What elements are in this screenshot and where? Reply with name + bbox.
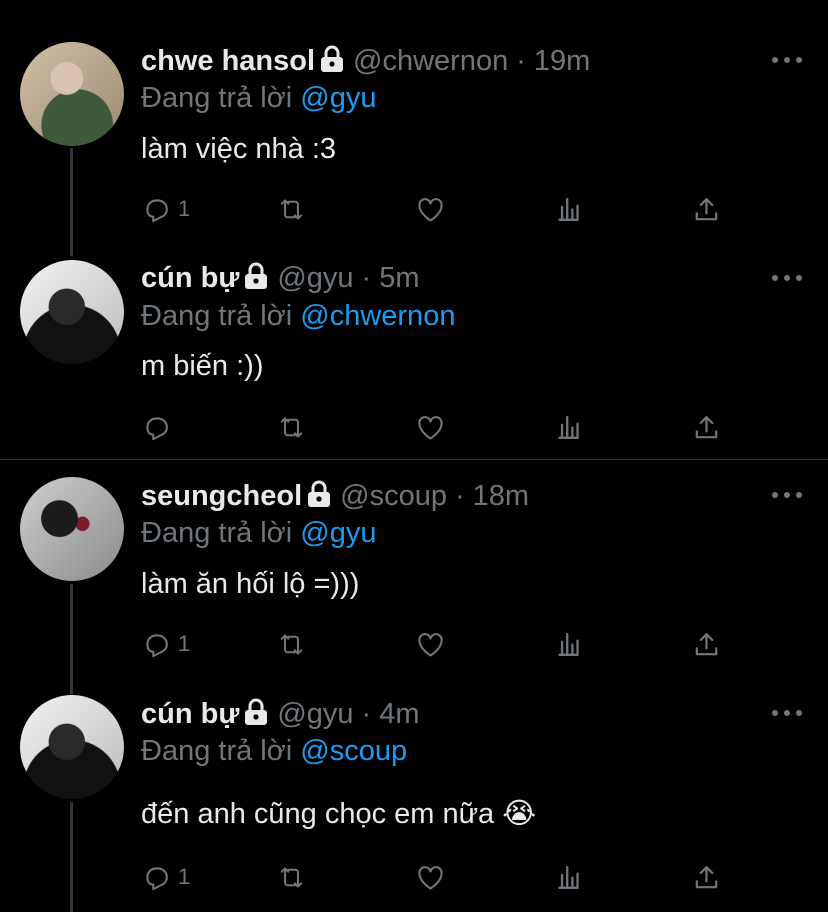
mention-link[interactable]: @gyu — [300, 517, 376, 549]
retweet-button[interactable] — [276, 410, 307, 444]
like-icon — [418, 415, 443, 440]
analytics-icon — [558, 632, 579, 656]
more-icon[interactable] — [772, 273, 802, 283]
mention-link[interactable]: @chwernon — [300, 300, 455, 332]
tweet-header: cún bự @gyu · 5m — [141, 261, 420, 295]
separator-dot: · — [454, 479, 465, 512]
reply-button[interactable]: 1 — [141, 860, 190, 894]
display-name[interactable]: cún bự — [141, 698, 239, 731]
mention-link[interactable]: @scoup — [300, 735, 407, 767]
lock-icon — [319, 45, 345, 78]
like-button[interactable] — [415, 410, 446, 444]
more-icon[interactable] — [772, 490, 802, 500]
share-button[interactable] — [691, 192, 722, 226]
reply-button[interactable] — [141, 410, 178, 444]
timestamp[interactable]: 18m — [473, 480, 529, 513]
timestamp[interactable]: 19m — [534, 45, 590, 78]
reply-prefix: Đang trả lời — [141, 82, 293, 114]
reply-count: 1 — [178, 196, 191, 221]
conversation-divider — [0, 459, 828, 460]
retweet-icon — [280, 633, 303, 655]
reply-button[interactable]: 1 — [141, 192, 190, 226]
reply-count: 1 — [178, 864, 191, 889]
analytics-icon — [558, 415, 579, 439]
thread-line — [70, 584, 73, 694]
lock-icon — [243, 262, 269, 295]
tweet-text: m biến :)) — [141, 350, 264, 382]
display-name[interactable]: cún bự — [141, 262, 239, 295]
tweet-header: chwe hansol @chwernon · 19m — [141, 44, 590, 78]
avatar[interactable] — [20, 42, 124, 146]
lock-icon — [306, 480, 332, 513]
like-icon — [418, 865, 443, 890]
like-button[interactable] — [415, 192, 446, 226]
retweet-button[interactable] — [276, 860, 307, 894]
reply-prefix: Đang trả lời — [141, 300, 293, 332]
retweet-icon — [280, 866, 303, 888]
retweet-icon — [280, 416, 303, 438]
thread-line — [70, 148, 73, 256]
replying-to: Đang trả lời @gyu — [141, 517, 376, 550]
reply-button[interactable]: 1 — [141, 627, 190, 661]
share-icon — [695, 197, 718, 220]
handle[interactable]: @gyu — [277, 698, 353, 731]
reply-prefix: Đang trả lời — [141, 517, 293, 549]
display-name[interactable]: seungcheol — [141, 480, 302, 513]
avatar[interactable] — [20, 695, 124, 799]
reply-count: 1 — [178, 631, 191, 656]
more-icon[interactable] — [772, 55, 802, 65]
display-name[interactable]: chwe hansol — [141, 45, 315, 78]
like-icon — [418, 632, 443, 657]
action-bar: 1 — [141, 627, 741, 661]
action-bar — [141, 410, 741, 444]
replying-to: Đang trả lời @chwernon — [141, 300, 455, 333]
separator-dot: · — [516, 44, 526, 77]
replying-to: Đang trả lời @gyu — [141, 82, 376, 115]
reply-icon — [146, 416, 168, 440]
like-icon — [418, 197, 443, 222]
thread-line — [70, 802, 73, 912]
action-bar: 1 — [141, 192, 741, 226]
handle[interactable]: @gyu — [277, 262, 353, 295]
retweet-icon — [280, 198, 303, 220]
handle[interactable]: @scoup — [340, 480, 447, 513]
retweet-button[interactable] — [276, 627, 307, 661]
tweet-text: làm việc nhà :3 — [141, 133, 337, 165]
like-button[interactable] — [415, 627, 446, 661]
share-icon — [695, 415, 718, 438]
tweet-text: đến anh cũng chọc em nữa 😭 — [141, 798, 537, 830]
tweet-header: cún bự @gyu · 4m — [141, 697, 420, 731]
analytics-button[interactable] — [553, 627, 584, 661]
share-button[interactable] — [691, 410, 722, 444]
reply-icon — [146, 866, 168, 890]
tweet-header: seungcheol @scoup · 18m — [141, 479, 529, 513]
avatar[interactable] — [20, 477, 124, 581]
reply-prefix: Đang trả lời — [141, 735, 293, 767]
share-icon — [695, 632, 718, 655]
reply-icon — [146, 198, 168, 222]
like-button[interactable] — [415, 860, 446, 894]
handle[interactable]: @chwernon — [353, 45, 508, 78]
separator-dot: · — [361, 261, 372, 294]
mention-link[interactable]: @gyu — [300, 82, 376, 114]
timestamp[interactable]: 5m — [379, 262, 419, 295]
avatar[interactable] — [20, 260, 124, 364]
lock-icon — [243, 698, 269, 731]
reply-icon — [146, 633, 168, 657]
analytics-icon — [558, 865, 579, 889]
retweet-button[interactable] — [276, 192, 307, 226]
replying-to: Đang trả lời @scoup — [141, 735, 407, 768]
analytics-icon — [558, 197, 579, 221]
action-bar: 1 — [141, 860, 741, 894]
analytics-button[interactable] — [553, 192, 584, 226]
more-icon[interactable] — [772, 708, 802, 718]
separator-dot: · — [361, 697, 372, 730]
share-button[interactable] — [691, 627, 722, 661]
share-button[interactable] — [691, 860, 722, 894]
timestamp[interactable]: 4m — [379, 698, 419, 731]
tweet-text: làm ăn hối lộ =))) — [141, 568, 360, 600]
analytics-button[interactable] — [553, 410, 584, 444]
share-icon — [695, 865, 718, 888]
analytics-button[interactable] — [553, 860, 584, 894]
